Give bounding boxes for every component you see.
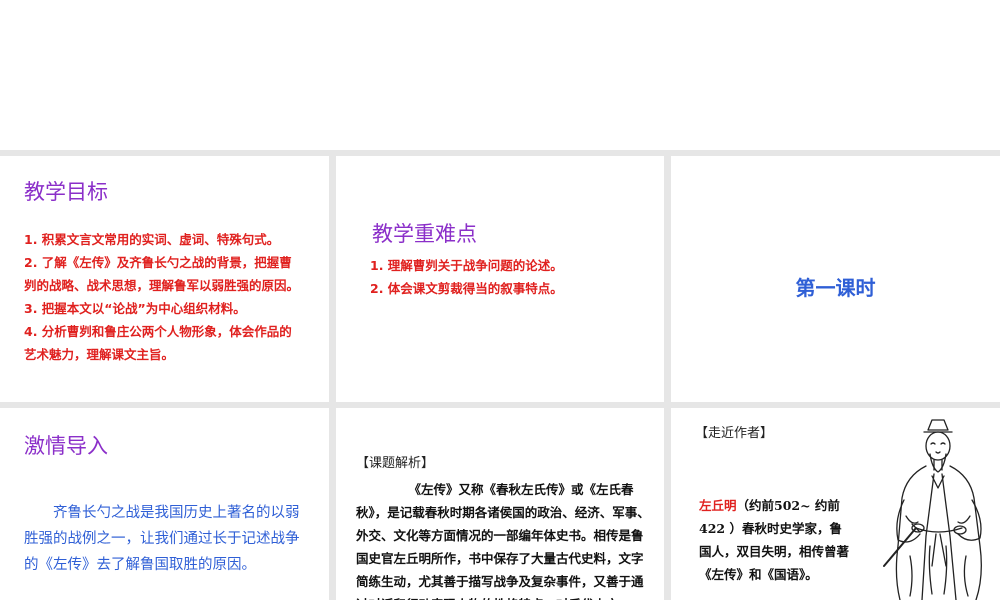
author-portrait-image <box>883 419 982 600</box>
goals-item: 1. 积累文言文常用的实词、虚词、特殊句式。 <box>24 232 280 247</box>
key-points-title: 教学重难点 <box>372 222 477 246</box>
goals-title: 教学目标 <box>24 180 108 204</box>
topic-text: 《左传》又称《春秋左氏传》或《左氏春秋》，是记载春秋时期各诸侯国的政治、经济、军… <box>356 482 650 600</box>
intro-text: 齐鲁长勺之战是我国历史上著名的以弱胜强的战例之一，让我们通过长于记述战争的《左传… <box>24 505 300 573</box>
lesson-label: 第一课时 <box>795 276 876 300</box>
slide-first-lesson[interactable]: 第一课时 <box>671 156 1000 402</box>
slide-key-points[interactable]: 教学重难点 1. 理解曹刿关于战争问题的论述。 2. 体会课文剪裁得当的叙事特点… <box>336 156 664 402</box>
author-label: 【走近作者】 <box>695 426 774 441</box>
blank-slide-area <box>0 0 1000 150</box>
slide-teaching-goals[interactable]: 教学目标 1. 积累文言文常用的实词、虚词、特殊句式。 2. 了解《左传》及齐鲁… <box>0 156 329 402</box>
goals-list: 1. 积累文言文常用的实词、虚词、特殊句式。 2. 了解《左传》及齐鲁长勺之战的… <box>24 228 299 366</box>
topic-label: 【课题解析】 <box>356 456 435 471</box>
goals-item: 艺术魅力，理解课文主旨。 <box>24 347 175 362</box>
slide-about-author[interactable]: 【走近作者】 左丘明（约前502~ 约前 422 ）春秋时史学家，鲁国人，双目失… <box>671 408 1000 600</box>
goals-item: 3. 把握本文以“论战”为中心组织材料。 <box>24 301 246 316</box>
key-points-item: 1. 理解曹刿关于战争问题的论述。 <box>370 258 563 273</box>
author-name: 左丘明 <box>699 498 737 513</box>
author-text-block: 左丘明（约前502~ 约前 422 ）春秋时史学家，鲁国人，双目失明，相传曾著《… <box>699 494 849 586</box>
goals-item: 4. 分析曹刿和鲁庄公两个人物形象，体会作品的 <box>24 324 292 339</box>
goals-item: 2. 了解《左传》及齐鲁长勺之战的背景，把握曹 <box>24 255 292 270</box>
slide-introduction[interactable]: 激情导入 齐鲁长勺之战是我国历史上著名的以弱胜强的战例之一，让我们通过长于记述战… <box>0 408 329 600</box>
slide-topic-analysis[interactable]: 【课题解析】 《左传》又称《春秋左氏传》或《左氏春秋》，是记载春秋时期各诸侯国的… <box>336 408 664 600</box>
goals-item: 刿的战略、战术思想，理解鲁军以弱胜强的原因。 <box>24 278 300 293</box>
key-points-list: 1. 理解曹刿关于战争问题的论述。 2. 体会课文剪裁得当的叙事特点。 <box>370 254 563 300</box>
intro-title: 激情导入 <box>24 434 108 458</box>
key-points-item: 2. 体会课文剪裁得当的叙事特点。 <box>370 281 563 296</box>
